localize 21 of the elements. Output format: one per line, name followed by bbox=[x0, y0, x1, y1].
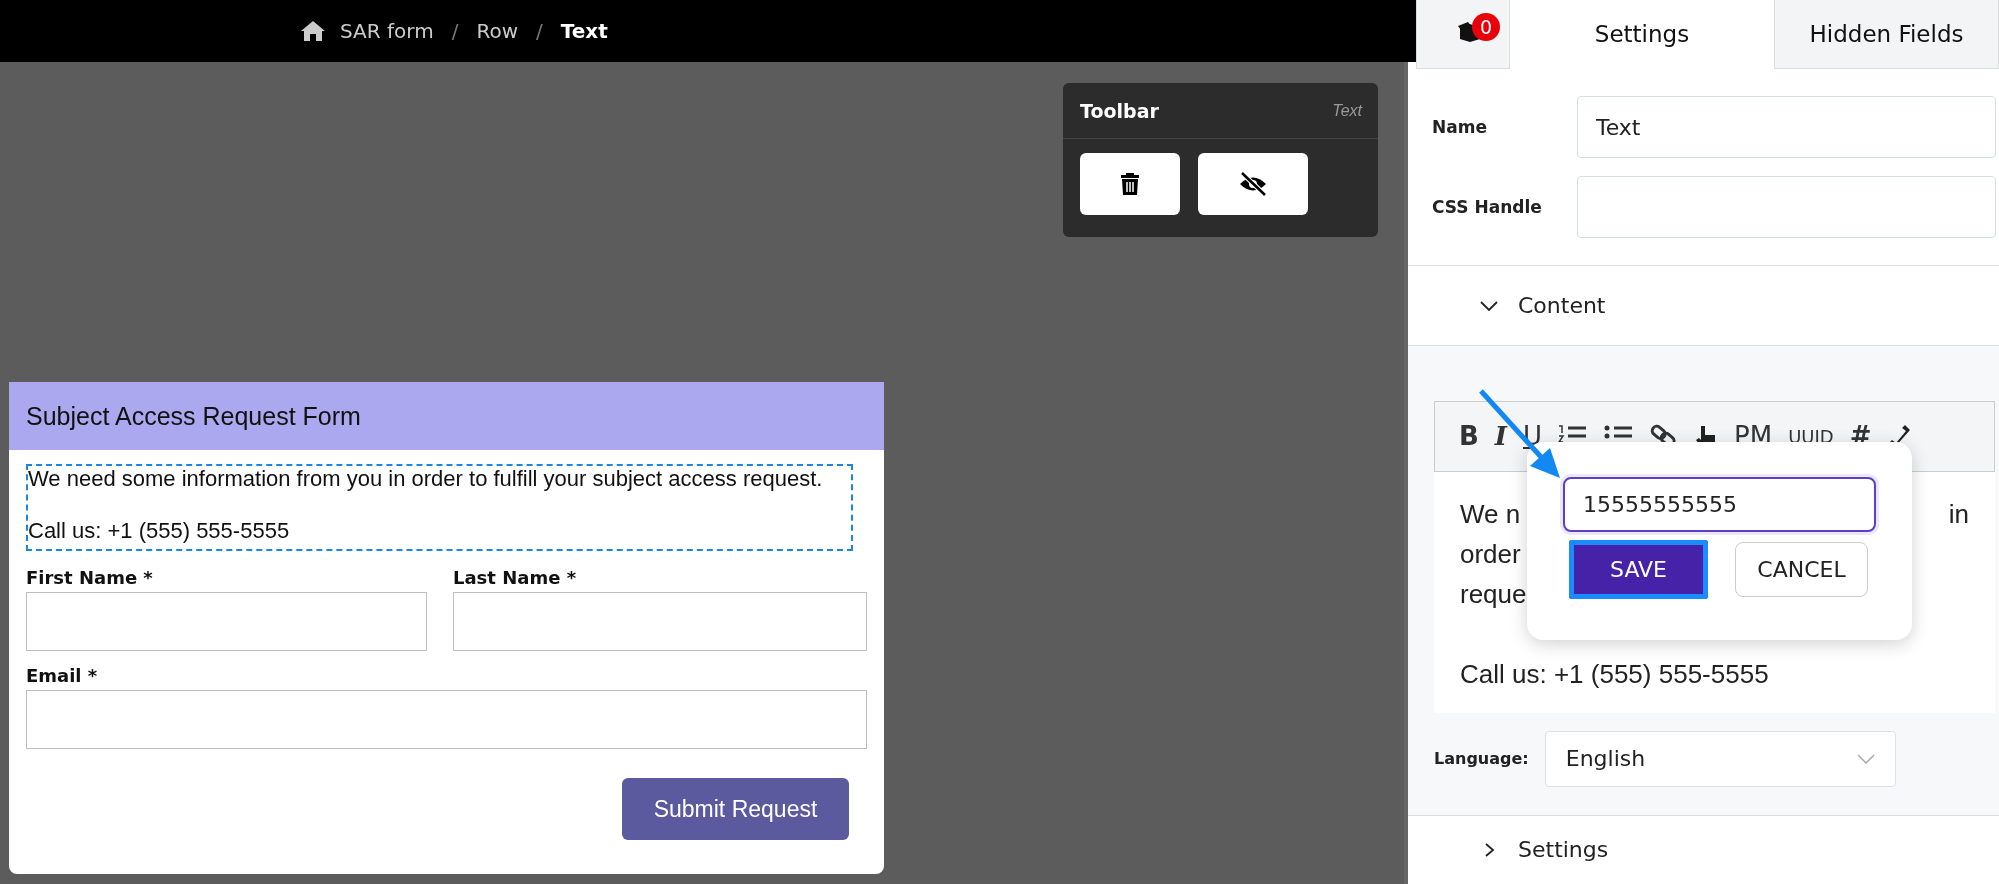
field-label: First Name * bbox=[26, 567, 154, 588]
toolbar-title: Toolbar bbox=[1080, 99, 1159, 122]
section-title: Content bbox=[1518, 293, 1606, 318]
field-label: Email * bbox=[26, 665, 99, 686]
intro-text: Call us: +1 (555) 555-5555 bbox=[28, 518, 291, 544]
editor-text: order bbox=[1460, 537, 1521, 571]
editor-text: in bbox=[1948, 497, 1969, 531]
editor-text: Call us: +1 (555) 555-5555 bbox=[1460, 657, 1769, 691]
field-label: Last Name * bbox=[453, 567, 578, 588]
editor-text: We n bbox=[1460, 497, 1521, 531]
form-title: Subject Access Request Form bbox=[26, 401, 361, 431]
breadcrumb-separator: / bbox=[536, 19, 543, 43]
count-badge: 0 bbox=[1472, 13, 1500, 41]
editor-text: reque bbox=[1460, 577, 1527, 611]
language-label: Language: bbox=[1434, 749, 1529, 769]
intro-text: We need some information from you in order to fulfill your subject access request. bbox=[28, 466, 824, 492]
breadcrumb-separator: / bbox=[451, 19, 459, 43]
section-title: Settings bbox=[1518, 837, 1609, 863]
field-label: Name bbox=[1432, 117, 1488, 138]
element-type-label: Text bbox=[1332, 101, 1362, 120]
field-label: CSS Handle bbox=[1432, 197, 1543, 218]
